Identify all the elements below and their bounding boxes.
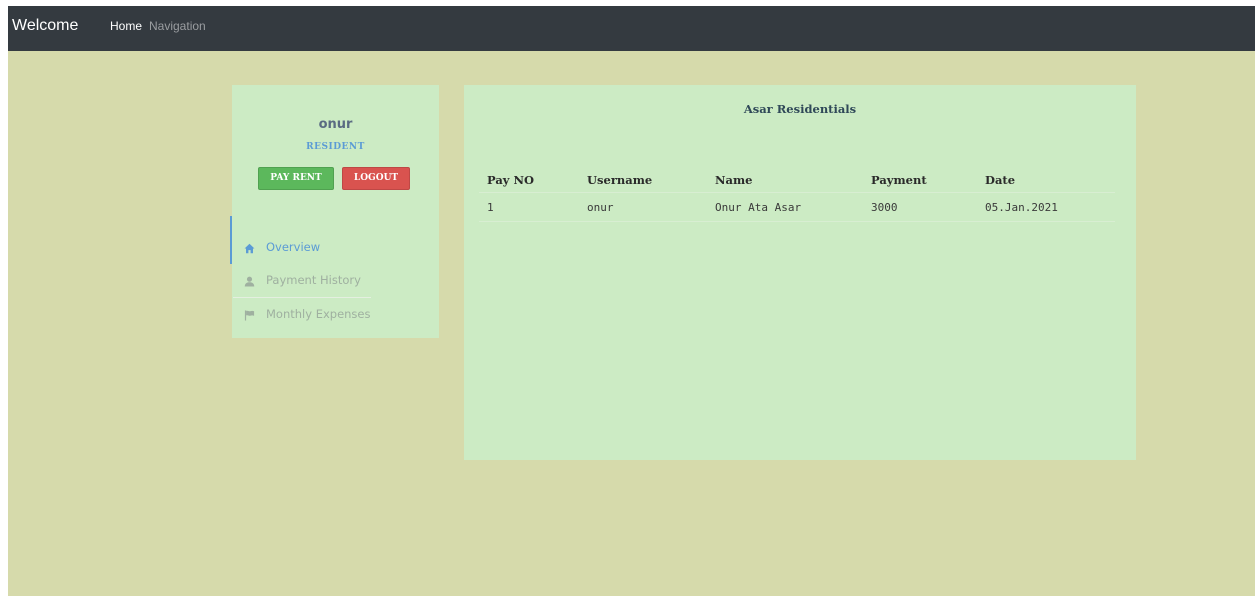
cell-payment: 3000 <box>871 201 898 214</box>
cell-username: onur <box>587 201 614 214</box>
sidebar-item-label: Monthly Expenses <box>266 307 371 321</box>
sidebar-item-label: Payment History <box>266 273 361 287</box>
column-header-username: Username <box>587 173 653 187</box>
main-content-panel: Asar Residentials Pay NO Username Name P… <box>464 85 1136 460</box>
navbar-brand[interactable]: Welcome <box>12 17 78 35</box>
column-header-name: Name <box>715 173 753 187</box>
active-item-indicator <box>230 216 232 264</box>
profile-role: RESIDENT <box>306 142 365 152</box>
table-row: 1 onur Onur Ata Asar 3000 05.Jan.2021 <box>479 192 1115 222</box>
cell-name: Onur Ata Asar <box>715 201 802 214</box>
logout-button[interactable]: LOGOUT <box>342 167 410 190</box>
home-icon <box>244 243 255 254</box>
panel-title: Asar Residentials <box>743 102 857 116</box>
column-header-date: Date <box>985 173 1016 187</box>
pay-rent-button[interactable]: PAY RENT <box>258 167 334 190</box>
user-icon <box>244 276 255 287</box>
top-navbar: Welcome Home Navigation <box>8 6 1255 51</box>
column-header-payment: Payment <box>871 173 927 187</box>
app-root: Welcome Home Navigation onur RESIDENT PA… <box>8 6 1255 596</box>
cell-date: 05.Jan.2021 <box>985 201 1058 214</box>
payments-table: Pay NO Username Name Payment Date 1 onur… <box>479 166 1115 222</box>
flag-icon <box>244 310 255 321</box>
table-header-row: Pay NO Username Name Payment Date <box>479 166 1115 192</box>
profile-username: onur <box>318 117 353 132</box>
profile-card: onur RESIDENT PAY RENT LOGOUT Overview P… <box>230 85 439 338</box>
cell-pay-no: 1 <box>487 201 494 214</box>
nav-link-navigation[interactable]: Navigation <box>149 19 206 33</box>
sidebar-item-label: Overview <box>266 240 321 254</box>
nav-link-home[interactable]: Home <box>110 19 142 33</box>
menu-divider <box>233 297 371 298</box>
column-header-pay-no: Pay NO <box>487 173 535 187</box>
